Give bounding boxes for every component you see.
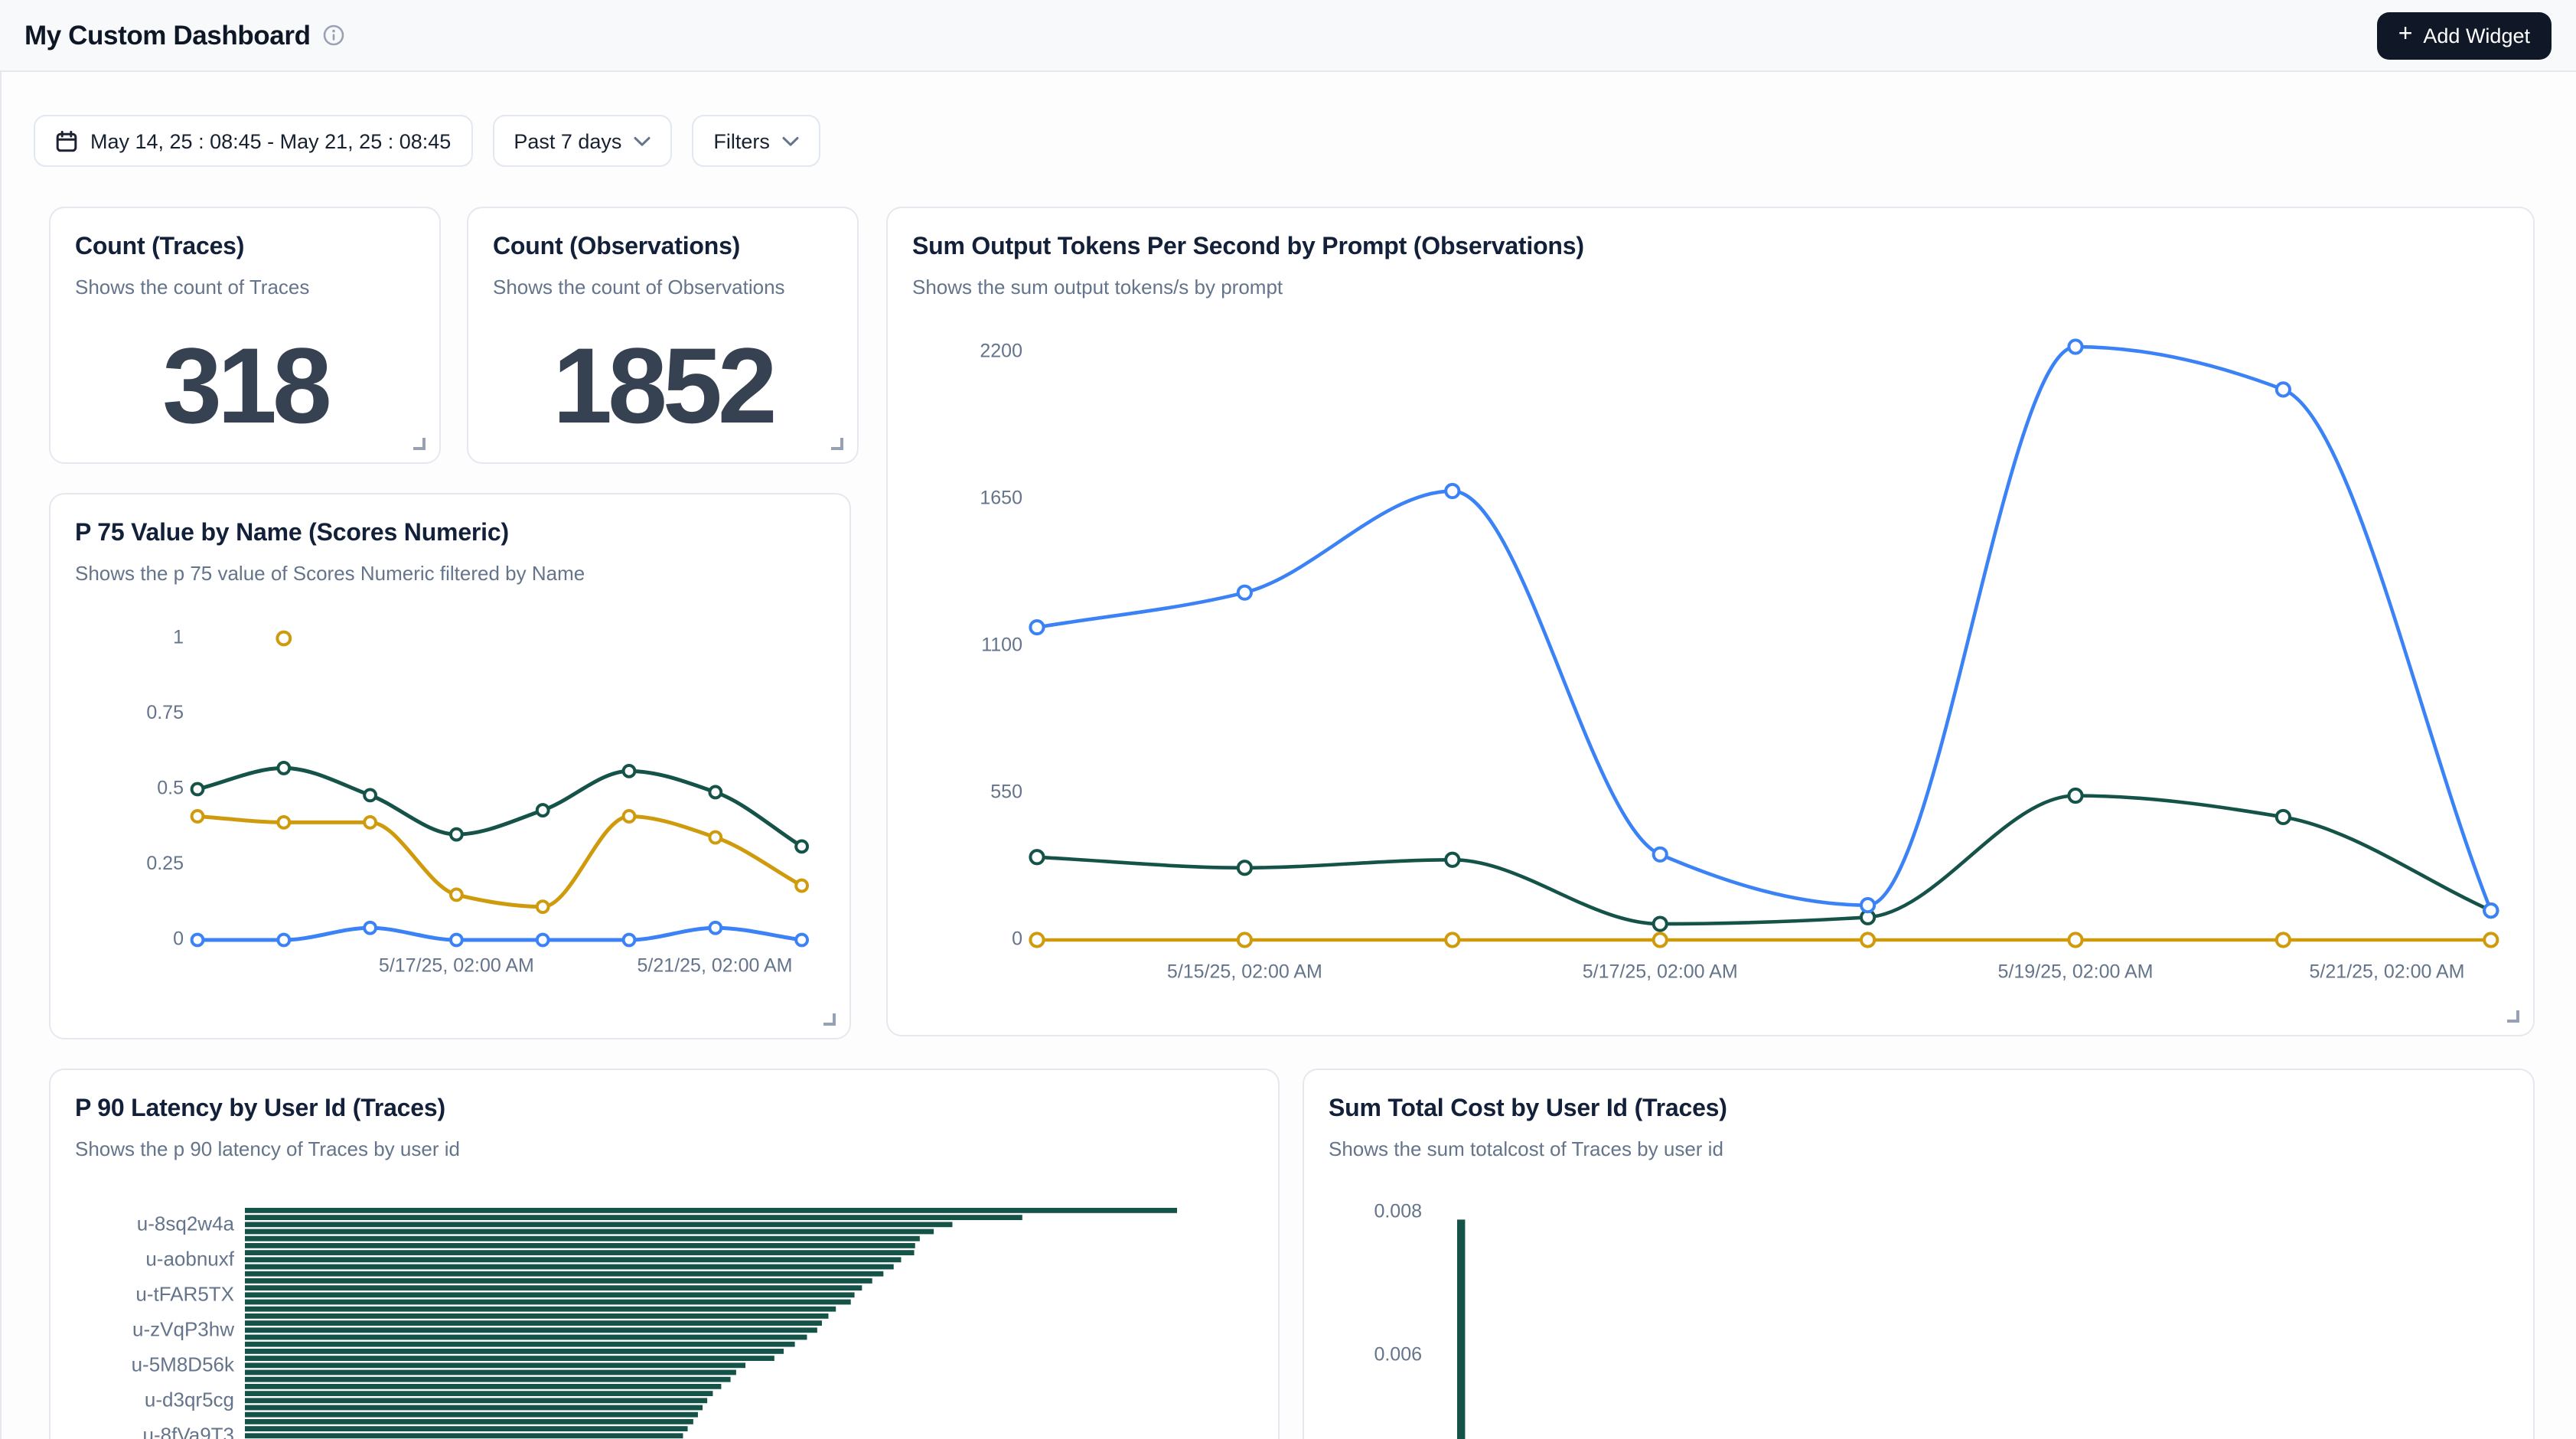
svg-text:0.5: 0.5 (157, 778, 184, 799)
add-widget-label: Add Widget (2423, 24, 2530, 47)
card-count-traces: Count (Traces) Shows the count of Traces… (49, 207, 441, 464)
page-title: My Custom Dashboard (24, 19, 311, 51)
svg-text:u-aobnuxf: u-aobnuxf (145, 1247, 234, 1270)
filters-dropdown[interactable]: Filters (692, 115, 820, 167)
add-widget-button[interactable]: + Add Widget (2377, 11, 2552, 59)
svg-text:0: 0 (1012, 928, 1022, 950)
card-title: Count (Observations) (493, 234, 833, 262)
date-range-label: May 14, 25 : 08:45 - May 21, 25 : 08:45 (90, 129, 451, 152)
card-count-observations: Count (Observations) Shows the count of … (467, 207, 859, 464)
chevron-down-icon (782, 135, 799, 146)
count-observations-value: 1852 (468, 325, 857, 447)
svg-text:1: 1 (173, 627, 184, 648)
card-subtitle: Shows the sum totalcost of Traces by use… (1329, 1137, 2509, 1160)
svg-text:5/19/25, 02:00 AM: 5/19/25, 02:00 AM (1998, 961, 2154, 983)
plus-icon: + (2398, 22, 2413, 47)
content-left-border (0, 72, 2, 1439)
svg-text:5/17/25, 02:00 AM: 5/17/25, 02:00 AM (379, 955, 534, 977)
card-subtitle: Shows the p 75 value of Scores Numeric f… (75, 562, 825, 585)
card-title: P 90 Latency by User Id (Traces) (75, 1096, 1254, 1124)
card-subtitle: Shows the p 90 latency of Traces by user… (75, 1137, 1254, 1160)
dashboard-page: My Custom Dashboard + Add Widget May 14,… (0, 0, 2576, 1439)
card-sum-total-cost: Sum Total Cost by User Id (Traces) Shows… (1303, 1069, 2535, 1439)
time-preset-dropdown[interactable]: Past 7 days (492, 115, 672, 167)
card-tokens-per-second: Sum Output Tokens Per Second by Prompt (… (886, 207, 2535, 1036)
svg-text:5/21/25, 02:00 AM: 5/21/25, 02:00 AM (2310, 961, 2465, 983)
svg-text:0.75: 0.75 (146, 702, 184, 723)
filter-toolbar: May 14, 25 : 08:45 - May 21, 25 : 08:45 … (34, 115, 820, 167)
chevron-down-icon (634, 135, 651, 146)
count-traces-value: 318 (51, 325, 439, 447)
card-title: Sum Total Cost by User Id (Traces) (1329, 1096, 2509, 1124)
card-title: P 75 Value by Name (Scores Numeric) (75, 520, 825, 548)
filters-label: Filters (713, 129, 770, 152)
card-subtitle: Shows the count of Traces (75, 276, 415, 299)
svg-text:u-tFAR5TX: u-tFAR5TX (135, 1282, 234, 1305)
card-p75-value: P 75 Value by Name (Scores Numeric) Show… (49, 493, 851, 1039)
svg-text:0.25: 0.25 (146, 853, 184, 874)
card-subtitle: Shows the count of Observations (493, 276, 833, 299)
svg-text:0.008: 0.008 (1374, 1201, 1422, 1222)
card-header: Count (Traces) Shows the count of Traces (51, 208, 439, 299)
card-header: P 75 Value by Name (Scores Numeric) Show… (51, 494, 849, 585)
svg-text:u-zVqP3hw: u-zVqP3hw (132, 1317, 234, 1340)
resize-handle-icon[interactable] (2507, 1010, 2519, 1023)
card-header: Sum Total Cost by User Id (Traces) Shows… (1304, 1070, 2533, 1160)
svg-text:5/17/25, 02:00 AM: 5/17/25, 02:00 AM (1583, 961, 1738, 983)
card-header: Sum Output Tokens Per Second by Prompt (… (888, 208, 2533, 299)
tokens-line-chart: 2200 1650 1100 550 0 5/15/25, 02:00 AM 5/17/25… (888, 318, 2536, 1038)
p90-bar-chart: u-8sq2w4a u-aobnuxf u-tFAR5TX u-zVqP3hw u-5M… (51, 1196, 1281, 1439)
svg-text:2200: 2200 (980, 341, 1022, 362)
date-range-button[interactable]: May 14, 25 : 08:45 - May 21, 25 : 08:45 (34, 115, 472, 167)
page-header: My Custom Dashboard + Add Widget (0, 0, 2576, 72)
resize-handle-icon[interactable] (823, 1013, 836, 1026)
cost-bar-chart: 0.008 0.006 (1304, 1196, 2536, 1439)
card-title: Count (Traces) (75, 234, 415, 262)
card-subtitle: Shows the sum output tokens/s by prompt (912, 276, 2509, 299)
svg-text:u-8fVa9T3: u-8fVa9T3 (143, 1423, 234, 1439)
svg-text:u-d3qr5cg: u-d3qr5cg (145, 1388, 234, 1411)
resize-handle-icon[interactable] (831, 438, 843, 450)
calendar-icon (55, 129, 78, 152)
svg-text:5/21/25, 02:00 AM: 5/21/25, 02:00 AM (637, 955, 793, 977)
svg-text:u-8sq2w4a: u-8sq2w4a (137, 1212, 235, 1235)
card-header: P 90 Latency by User Id (Traces) Shows t… (51, 1070, 1278, 1160)
card-p90-latency: P 90 Latency by User Id (Traces) Shows t… (49, 1069, 1280, 1439)
svg-text:0: 0 (173, 928, 184, 950)
svg-text:1100: 1100 (981, 635, 1022, 656)
info-icon[interactable] (323, 24, 344, 46)
time-preset-label: Past 7 days (514, 129, 621, 152)
svg-text:u-5M8D56k: u-5M8D56k (132, 1353, 235, 1375)
p75-line-chart: 1 0.75 0.5 0.25 0 5/17/25, 02:00 AM 5/21/25, 0… (51, 617, 853, 1041)
card-title: Sum Output Tokens Per Second by Prompt (… (912, 234, 2509, 262)
svg-text:1650: 1650 (980, 488, 1022, 509)
card-header: Count (Observations) Shows the count of … (468, 208, 857, 299)
svg-text:5/15/25, 02:00 AM: 5/15/25, 02:00 AM (1167, 961, 1322, 983)
resize-handle-icon[interactable] (413, 438, 426, 450)
svg-text:0.006: 0.006 (1374, 1344, 1422, 1366)
svg-text:550: 550 (990, 781, 1022, 803)
